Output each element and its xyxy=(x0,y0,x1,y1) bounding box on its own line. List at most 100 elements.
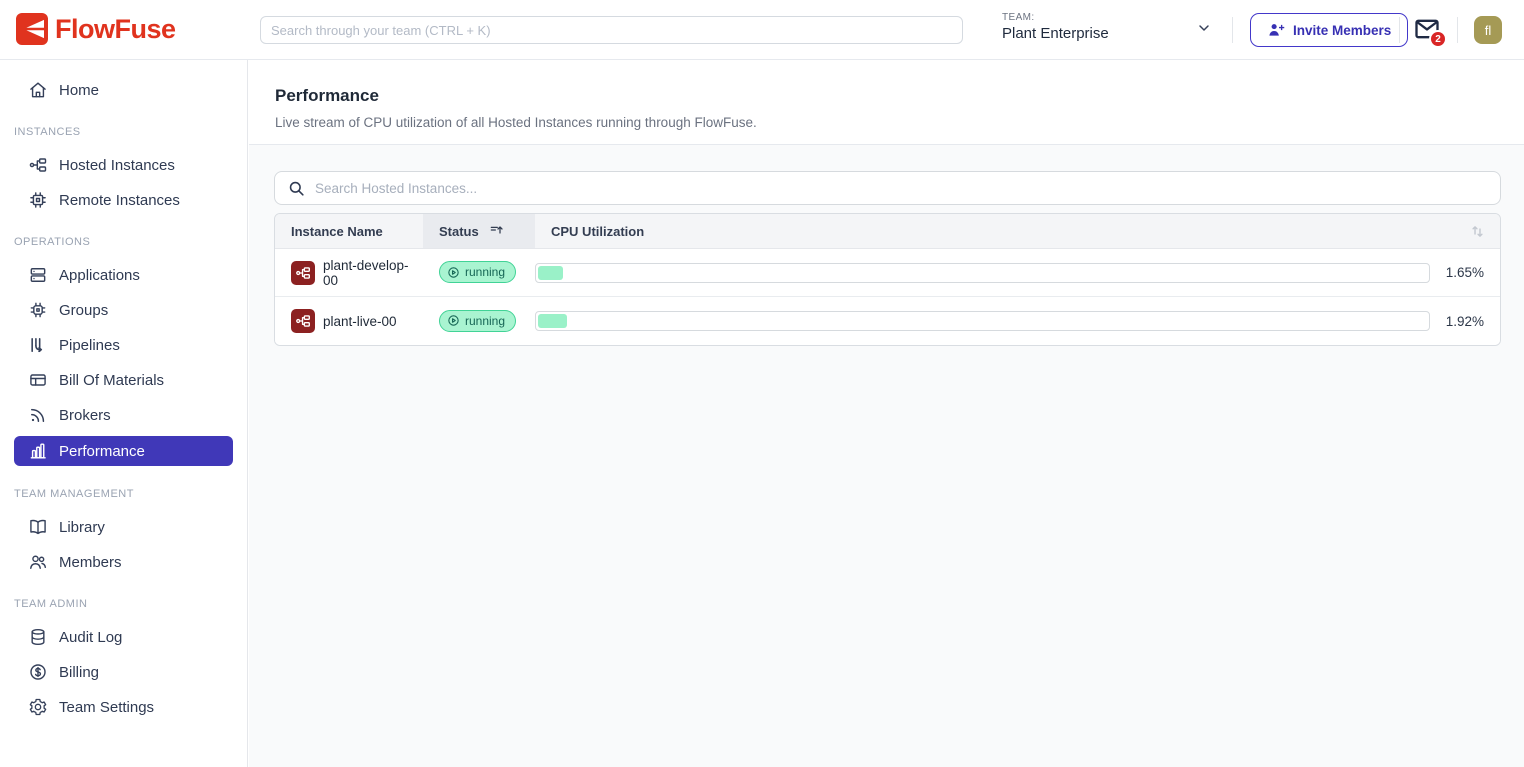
performance-icon xyxy=(28,441,48,461)
cpu-bar-fill xyxy=(538,266,563,280)
top-header: FlowFuse TEAM: Plant Enterprise Invite M… xyxy=(0,0,1524,60)
library-icon xyxy=(28,517,48,537)
status-badge: running xyxy=(439,310,516,332)
billing-icon xyxy=(28,662,48,682)
status-cell: running xyxy=(423,261,535,284)
node-red-icon xyxy=(291,261,315,285)
status-badge: running xyxy=(439,261,516,283)
sidebar-item-label: Bill Of Materials xyxy=(59,372,164,389)
status-label: running xyxy=(465,265,505,279)
sidebar-item-label: Pipelines xyxy=(59,337,120,354)
cpu-percentage: 1.65% xyxy=(1430,265,1500,280)
sidebar-section-team-management: TEAM MANAGEMENT xyxy=(14,488,247,500)
cpu-utilization-cell xyxy=(535,263,1430,283)
instance-name-cell: plant-live-00 xyxy=(275,309,423,333)
status-cell: running xyxy=(423,310,535,333)
flowfuse-logo[interactable]: FlowFuse xyxy=(16,13,176,45)
table-header-row: Instance Name Status CPU Utilization xyxy=(275,214,1500,249)
cpu-utilization-cell xyxy=(535,311,1430,331)
sidebar-item-home[interactable]: Home xyxy=(0,76,247,104)
sidebar-item-label: Brokers xyxy=(59,407,111,424)
column-header-instance-name[interactable]: Instance Name xyxy=(275,214,423,248)
team-name: Plant Enterprise xyxy=(1002,25,1109,42)
sidebar-item-audit-log[interactable]: Audit Log xyxy=(0,623,247,651)
instance-name-cell: plant-develop-00 xyxy=(275,258,423,288)
flowfuse-logo-icon xyxy=(16,13,48,45)
node-red-icon xyxy=(291,309,315,333)
sidebar-item-label: Performance xyxy=(59,443,145,460)
page-title: Performance xyxy=(275,86,1524,106)
instance-search-input[interactable] xyxy=(315,181,1488,196)
column-header-cpu-utilization[interactable]: CPU Utilization xyxy=(535,214,1430,248)
sidebar-item-billing[interactable]: Billing xyxy=(0,658,247,686)
brokers-icon xyxy=(28,405,48,425)
team-selector[interactable]: TEAM: Plant Enterprise xyxy=(1002,12,1109,42)
cpu-bar xyxy=(535,263,1430,283)
sort-ascending-icon xyxy=(489,223,505,239)
sidebar-item-label: Members xyxy=(59,554,122,571)
invite-members-label: Invite Members xyxy=(1293,23,1391,38)
instance-name: plant-live-00 xyxy=(323,314,397,329)
cpu-bar-fill xyxy=(538,314,567,328)
home-icon xyxy=(28,80,48,100)
sidebar-item-label: Library xyxy=(59,519,105,536)
sidebar-section-operations: OPERATIONS xyxy=(14,236,247,248)
sidebar-item-label: Home xyxy=(59,82,99,99)
sidebar: Home INSTANCES Hosted Instances Remote I… xyxy=(0,60,248,767)
page-subtitle: Live stream of CPU utilization of all Ho… xyxy=(275,115,1524,130)
sidebar-item-label: Audit Log xyxy=(59,629,122,646)
remote-instances-icon xyxy=(28,190,48,210)
cpu-percentage: 1.92% xyxy=(1430,314,1500,329)
sidebar-item-label: Groups xyxy=(59,302,108,319)
main-content: Performance Live stream of CPU utilizati… xyxy=(249,60,1524,767)
audit-log-icon xyxy=(28,627,48,647)
user-avatar[interactable]: fl xyxy=(1474,16,1502,44)
sidebar-item-pipelines[interactable]: Pipelines xyxy=(0,331,247,359)
notifications-button[interactable]: 2 xyxy=(1413,15,1443,45)
play-circle-icon xyxy=(447,266,460,279)
sidebar-item-brokers[interactable]: Brokers xyxy=(0,401,247,429)
header-divider xyxy=(1399,17,1400,43)
search-icon xyxy=(287,179,306,198)
sidebar-item-label: Applications xyxy=(59,267,140,284)
sidebar-item-groups[interactable]: Groups xyxy=(0,296,247,324)
sidebar-item-team-settings[interactable]: Team Settings xyxy=(0,693,247,721)
sort-updown-icon[interactable] xyxy=(1469,223,1500,240)
header-divider xyxy=(1232,17,1233,43)
invite-members-button[interactable]: Invite Members xyxy=(1250,13,1408,47)
sidebar-item-label: Remote Instances xyxy=(59,192,180,209)
sidebar-item-remote-instances[interactable]: Remote Instances xyxy=(0,186,247,214)
cpu-bar xyxy=(535,311,1430,331)
applications-icon xyxy=(28,265,48,285)
chevron-down-icon[interactable] xyxy=(1196,20,1212,36)
table-row[interactable]: plant-develop-00 running 1.65% xyxy=(275,249,1500,297)
instance-search[interactable] xyxy=(274,171,1501,205)
user-plus-icon xyxy=(1267,21,1285,39)
sidebar-item-applications[interactable]: Applications xyxy=(0,261,247,289)
sidebar-item-bill-of-materials[interactable]: Bill Of Materials xyxy=(0,366,247,394)
sidebar-item-members[interactable]: Members xyxy=(0,548,247,576)
hosted-instances-icon xyxy=(28,155,48,175)
sidebar-item-library[interactable]: Library xyxy=(0,513,247,541)
pipelines-icon xyxy=(28,335,48,355)
notifications-count-badge: 2 xyxy=(1429,30,1447,48)
sidebar-item-label: Hosted Instances xyxy=(59,157,175,174)
team-search[interactable] xyxy=(260,16,963,44)
bill-of-materials-icon xyxy=(28,370,48,390)
header-divider xyxy=(1457,17,1458,43)
instance-name: plant-develop-00 xyxy=(323,258,423,288)
sidebar-item-hosted-instances[interactable]: Hosted Instances xyxy=(0,151,247,179)
team-search-input[interactable] xyxy=(260,16,963,44)
sidebar-section-instances: INSTANCES xyxy=(14,126,247,138)
column-header-status[interactable]: Status xyxy=(423,214,535,248)
table-row[interactable]: plant-live-00 running 1.92% xyxy=(275,297,1500,345)
team-label: TEAM: xyxy=(1002,12,1109,23)
sidebar-item-label: Billing xyxy=(59,664,99,681)
groups-icon xyxy=(28,300,48,320)
sidebar-item-label: Team Settings xyxy=(59,699,154,716)
sidebar-item-performance[interactable]: Performance xyxy=(14,436,233,466)
sidebar-section-team-admin: TEAM ADMIN xyxy=(14,598,247,610)
status-label: running xyxy=(465,314,505,328)
page-header: Performance Live stream of CPU utilizati… xyxy=(249,60,1524,145)
page-body: Instance Name Status CPU Utilization xyxy=(249,145,1524,346)
